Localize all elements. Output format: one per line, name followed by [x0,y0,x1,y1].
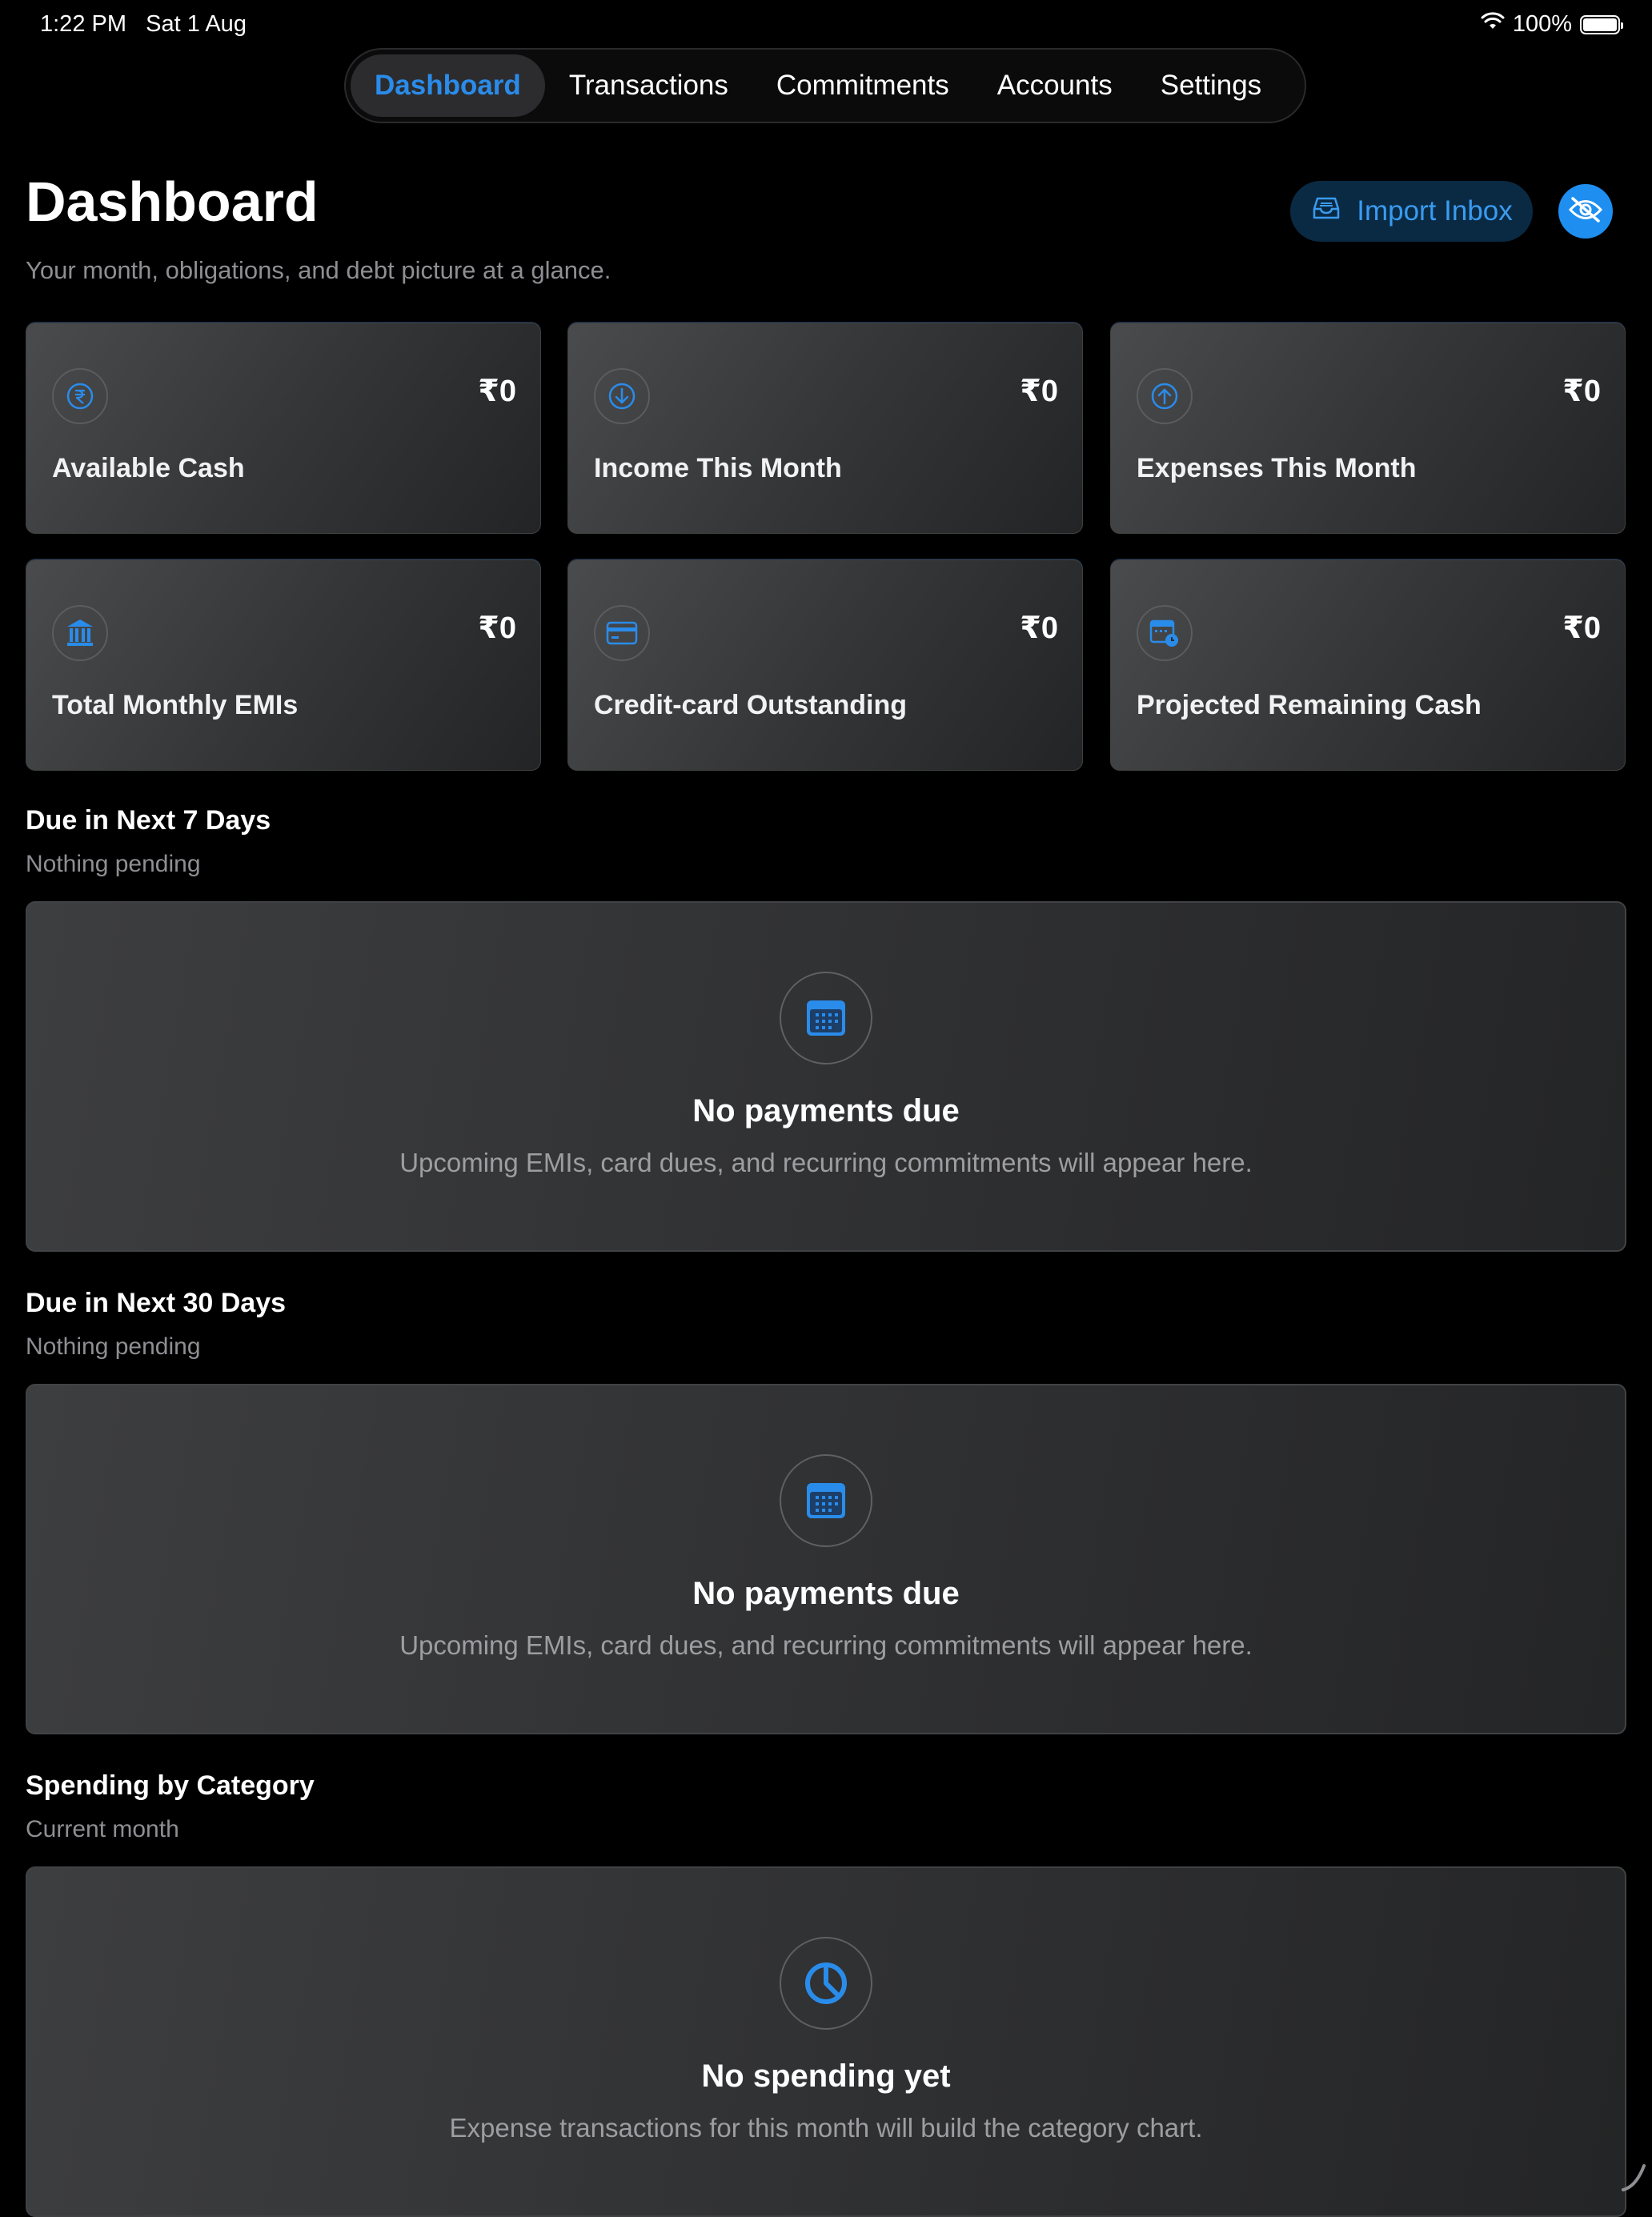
empty-state-panel-due-in-next-30-days: No payments due Upcoming EMIs, card dues,… [26,1384,1626,1734]
section-subtitle: Nothing pending [26,851,201,877]
bank-icon [52,605,108,661]
empty-state-title: No payments due [692,1093,960,1129]
battery-icon [1580,14,1623,34]
empty-state-panel-due-in-next-7-days: No payments due Upcoming EMIs, card dues,… [26,901,1626,1252]
stat-label: Income This Month [594,453,842,483]
import-inbox-button[interactable]: Import Inbox [1290,181,1533,242]
stat-label: Credit-card Outstanding [594,690,908,720]
eye-slash-icon [1568,196,1603,227]
status-time: 1:22 PM Sat 1 Aug [40,11,247,37]
section-subtitle: Current month [26,1816,179,1842]
tab-commitments[interactable]: Commitments [752,54,973,117]
status-bar: 1:22 PM Sat 1 Aug 100% [0,0,1652,51]
tab-accounts[interactable]: Accounts [973,54,1137,117]
stat-card-total-monthly-emis[interactable]: ₹0 Total Monthly EMIs [26,559,541,771]
stat-label: Available Cash [52,453,245,483]
status-date: Sat 1 Aug [146,11,247,37]
stat-label: Expenses This Month [1137,453,1417,483]
stat-card-available-cash[interactable]: ₹0 Available Cash [26,323,541,534]
pie-chart-icon [780,1937,872,2030]
stat-card-credit-card-outstanding[interactable]: ₹0 Credit-card Outstanding [567,559,1083,771]
calendar-clock-icon [1137,605,1193,661]
section-title-due-in-next-30-days: Due in Next 30 Days [26,1288,287,1318]
page-title: Dashboard [26,170,319,233]
tab-transactions[interactable]: Transactions [545,54,752,117]
empty-state-title: No spending yet [701,2059,951,2094]
stat-value: ₹0 [1562,611,1601,645]
stat-value: ₹0 [1562,375,1601,408]
import-inbox-label: Import Inbox [1357,195,1513,227]
stat-label: Total Monthly EMIs [52,690,299,720]
stat-value: ₹0 [478,611,516,645]
stat-value: ₹0 [1020,611,1058,645]
section-subtitle: Nothing pending [26,1333,201,1360]
empty-state-body: Upcoming EMIs, card dues, and recurring … [399,1148,1253,1177]
calendar-icon [780,972,872,1064]
tab-dashboard[interactable]: Dashboard [351,54,545,117]
page-subtitle: Your month, obligations, and debt pictur… [26,256,611,284]
battery-percent: 100% [1512,11,1572,37]
stat-card-projected-remaining-cash[interactable]: ₹0 Projected Remaining Cash [1110,559,1626,771]
top-tab-bar: Dashboard Transactions Commitments Accounts… [344,48,1306,123]
privacy-toggle-button[interactable] [1558,184,1613,239]
stat-card-expenses-this-month[interactable]: ₹0 Expenses This Month [1110,323,1626,534]
empty-state-body: Expense transactions for this month will… [449,2113,1203,2143]
arrow-down-circle-icon [594,368,650,424]
stat-value: ₹0 [1020,375,1058,408]
section-title-spending-by-category: Spending by Category [26,1770,315,1801]
empty-state-panel-spending-by-category: No spending yet Expense transactions for … [26,1866,1626,2217]
arrow-up-circle-icon [1137,368,1193,424]
tab-settings[interactable]: Settings [1137,54,1285,117]
stat-card-income-this-month[interactable]: ₹0 Income This Month [567,323,1083,534]
empty-state-title: No payments due [692,1576,960,1611]
battery-fill [1583,18,1617,31]
section-title-due-in-next-7-days: Due in Next 7 Days [26,805,271,836]
inbox-tray-icon [1310,195,1342,228]
credit-card-icon [594,605,650,661]
stat-value: ₹0 [478,375,516,408]
status-right: 100% [1481,11,1623,38]
calendar-icon [780,1454,872,1547]
rupee-icon [52,368,108,424]
wifi-icon [1481,11,1505,38]
resize-handle-icon[interactable] [1620,2161,1647,2197]
stat-label: Projected Remaining Cash [1137,690,1482,720]
empty-state-body: Upcoming EMIs, card dues, and recurring … [399,1630,1253,1660]
